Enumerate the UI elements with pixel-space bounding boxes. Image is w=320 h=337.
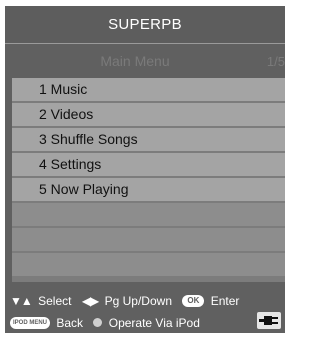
menu-title: Main Menu (100, 53, 170, 69)
empty-row (12, 253, 285, 276)
help-line-navigation: ▼▲ Select ◀▶ Pg Up/Down OK Enter (10, 291, 239, 309)
help-bar: ▼▲ Select ◀▶ Pg Up/Down OK Enter IPOD ME… (5, 288, 285, 333)
up-down-arrows-icon: ▼▲ (10, 293, 33, 308)
ipod-menu-button-icon: IPOD MENU (10, 316, 51, 329)
enter-label: Enter (210, 293, 240, 308)
player-screen: SUPERPB Main Menu 1/5 1 Music 2 Videos 3… (5, 6, 285, 333)
menu-item-now-playing[interactable]: 5 Now Playing (12, 178, 285, 201)
menu-item-music[interactable]: 1 Music (12, 78, 285, 101)
left-right-arrows-icon: ◀▶ (81, 293, 99, 308)
help-line-menu: IPOD MENU Back Operate Via iPod (10, 313, 200, 331)
operate-label: Operate Via iPod (108, 315, 200, 330)
menu-item-settings[interactable]: 4 Settings (12, 153, 285, 176)
back-label: Back (56, 315, 84, 330)
menu-list: 1 Music 2 Videos 3 Shuffle Songs 4 Setti… (12, 78, 285, 282)
empty-row (12, 203, 285, 226)
dot-icon (93, 318, 103, 328)
page-indicator: 1/5 (266, 54, 285, 69)
app-title: SUPERPB (5, 6, 285, 44)
power-plug-icon (257, 312, 281, 329)
page-label: Pg Up/Down (104, 293, 172, 308)
empty-row (12, 228, 285, 251)
ok-button-icon: OK (182, 294, 205, 307)
menu-item-shuffle-songs[interactable]: 3 Shuffle Songs (12, 128, 285, 151)
menu-item-videos[interactable]: 2 Videos (12, 103, 285, 126)
select-label: Select (38, 293, 72, 308)
menu-header: Main Menu 1/5 (5, 45, 285, 78)
